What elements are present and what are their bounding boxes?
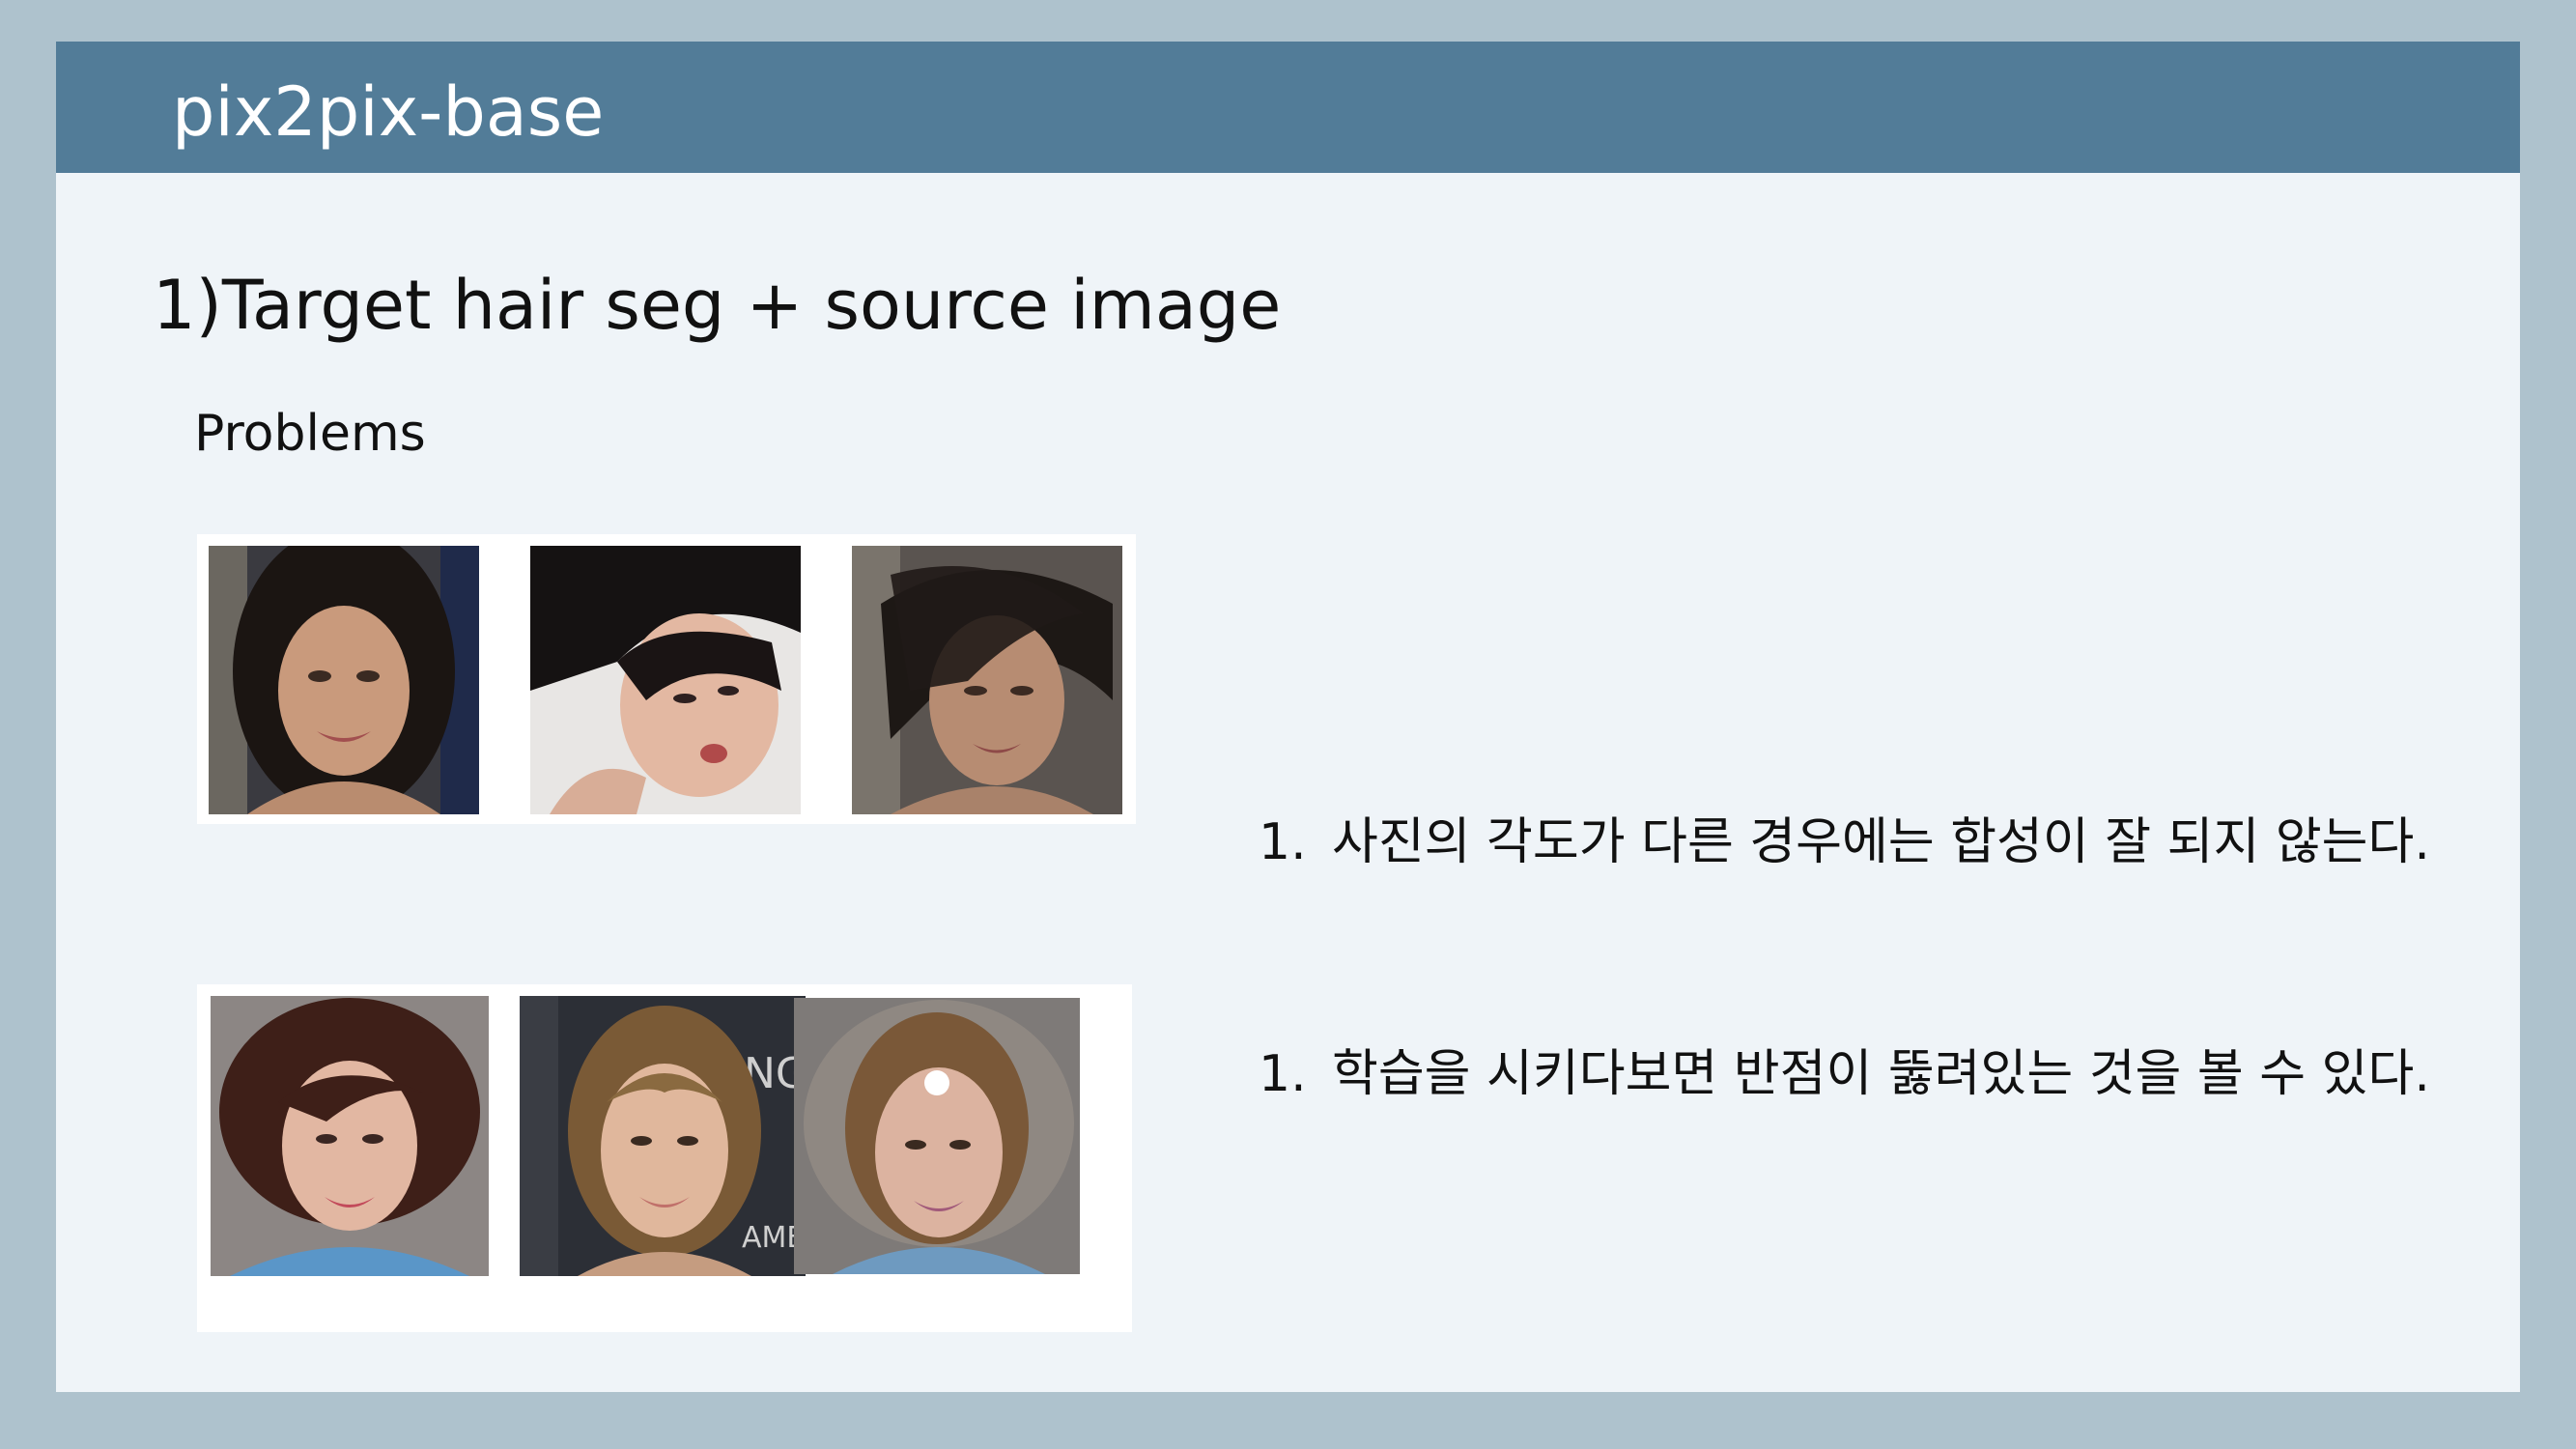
slide: pix2pix-base 1)Target hair seg + source … <box>56 42 2520 1392</box>
section-title: 1)Target hair seg + source image <box>153 266 1282 345</box>
image-row-angle <box>197 534 1136 824</box>
finding-text: 학습을 시키다보면 반점이 뚫려있는 것을 볼 수 있다. <box>1332 1045 2430 1103</box>
result-face-image <box>794 998 1080 1274</box>
target-face-image <box>211 996 489 1276</box>
problems-heading: Problems <box>194 405 426 463</box>
finding-number: 1. <box>1259 1045 1307 1103</box>
result-face-image <box>852 546 1122 814</box>
finding-number: 1. <box>1259 813 1307 871</box>
finding-text: 사진의 각도가 다른 경우에는 합성이 잘 되지 않는다. <box>1332 813 2430 871</box>
target-face-image <box>209 546 479 814</box>
source-face-image <box>530 546 801 814</box>
source-face-image: NG AME <box>520 996 806 1276</box>
slide-title: pix2pix-base <box>172 72 605 152</box>
slide-header: pix2pix-base <box>56 42 2520 173</box>
image-row-spots: NG AME <box>197 984 1132 1332</box>
